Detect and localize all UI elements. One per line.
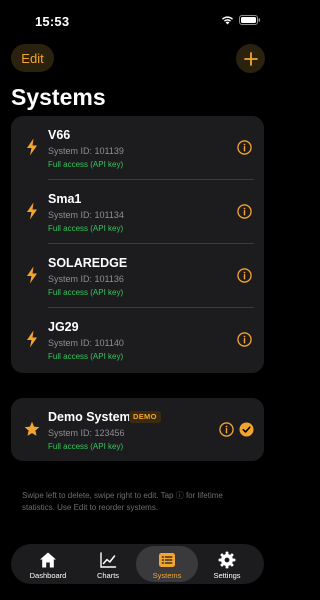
access-label: Full access (API key) <box>48 224 124 233</box>
bolt-icon <box>27 202 37 220</box>
house-icon <box>40 552 56 568</box>
system-row[interactable]: V66 System ID: 101139 Full access (API k… <box>11 116 264 180</box>
system-row[interactable]: Sma1 System ID: 101134 Full access (API … <box>11 180 264 244</box>
system-id: System ID: 123456 <box>48 428 125 438</box>
info-icon[interactable] <box>237 268 252 283</box>
system-name: Demo System <box>48 410 131 424</box>
system-name: V66 <box>48 128 71 142</box>
add-system-button[interactable] <box>236 44 265 73</box>
system-name: JG29 <box>48 320 79 334</box>
access-label: Full access (API key) <box>48 352 124 361</box>
battery-icon <box>239 15 261 25</box>
system-name: SOLAREDGE <box>48 256 128 270</box>
tab-systems[interactable]: Systems <box>136 546 198 582</box>
status-icons <box>221 15 261 25</box>
wifi-icon <box>222 16 233 25</box>
bolt-icon <box>27 266 37 284</box>
info-icon[interactable] <box>237 140 252 155</box>
bolt-icon <box>27 138 37 156</box>
system-row[interactable]: JG29 System ID: 101140 Full access (API … <box>11 308 264 372</box>
star-icon <box>24 421 40 436</box>
tab-settings[interactable]: Settings <box>196 546 258 582</box>
chart-icon <box>100 552 117 568</box>
access-label: Full access (API key) <box>48 442 124 451</box>
tab-label: Dashboard <box>29 571 67 580</box>
system-row[interactable]: SOLAREDGE System ID: 101136 Full access … <box>11 244 264 308</box>
system-id: System ID: 101134 <box>48 210 124 220</box>
demo-system-card[interactable]: Demo System DEMO System ID: 123456 Full … <box>11 398 264 461</box>
page-title: Systems <box>11 84 106 110</box>
system-id: System ID: 101136 <box>48 274 124 284</box>
info-icon[interactable] <box>237 204 252 219</box>
gear-icon <box>218 551 236 569</box>
systems-list: V66 System ID: 101139 Full access (API k… <box>11 116 264 373</box>
info-icon[interactable] <box>219 422 234 437</box>
status-bar: 15:53 <box>0 0 275 44</box>
status-time: 15:53 <box>35 14 70 29</box>
list-icon <box>159 553 175 567</box>
system-id: System ID: 101139 <box>48 146 124 156</box>
system-name: Sma1 <box>48 192 82 206</box>
access-label: Full access (API key) <box>48 160 124 169</box>
demo-badge: DEMO <box>129 411 161 423</box>
checkmark-icon <box>239 422 254 437</box>
tab-charts[interactable]: Charts <box>77 546 139 582</box>
tab-dashboard[interactable]: Dashboard <box>17 546 79 582</box>
hint-text: Swipe left to delete, swipe right to edi… <box>22 491 223 512</box>
system-id: System ID: 101140 <box>48 338 124 348</box>
bolt-icon <box>27 330 37 348</box>
tab-label: Charts <box>96 571 120 580</box>
tab-label: Systems <box>152 571 182 580</box>
info-icon[interactable] <box>237 332 252 347</box>
plus-icon <box>243 51 258 66</box>
tab-label: Settings <box>213 571 241 580</box>
tab-bar: Dashboard Charts Systems Settings <box>11 544 264 584</box>
access-label: Full access (API key) <box>48 288 124 297</box>
edit-button[interactable]: Edit <box>11 44 54 72</box>
